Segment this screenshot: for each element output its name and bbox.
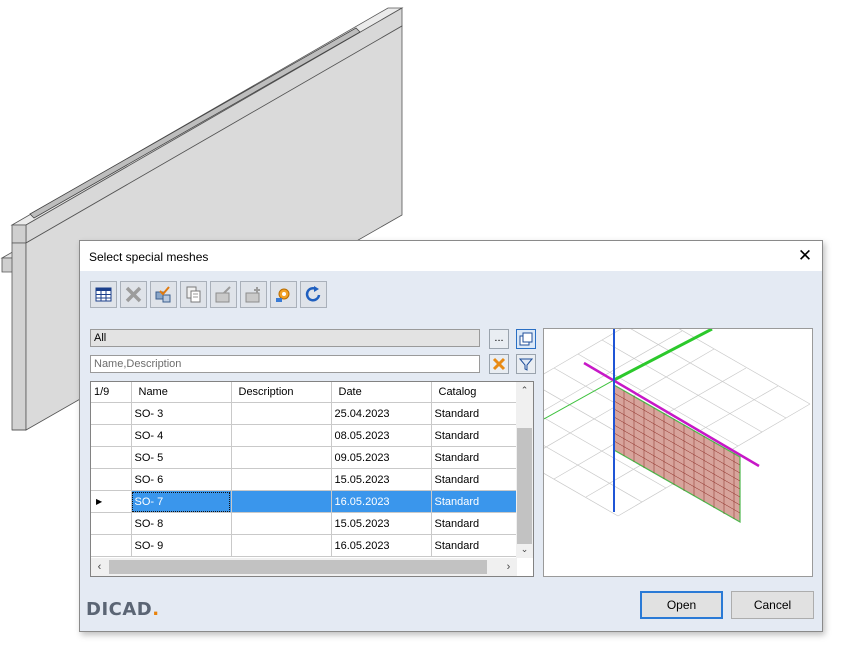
table-icon [94,285,113,304]
import-icon [244,285,263,304]
window-icon [519,332,533,346]
mesh-3d-preview [544,329,812,576]
filter-button[interactable] [516,354,536,374]
close-button[interactable]: ✕ [788,241,822,271]
refresh-icon [304,285,323,304]
table-row[interactable]: SO- 3 25.04.2023 Standard [91,403,519,425]
select-special-meshes-dialog: Select special meshes ✕ [79,240,823,632]
cell-date: 15.05.2023 [331,513,431,535]
cell-name: SO- 5 [131,447,231,469]
cell-date: 16.05.2023 [331,491,431,513]
cell-catalog: Standard [431,491,519,513]
delete-x-icon [124,285,143,304]
row-indicator-arrow: ▶ [91,491,131,513]
dicad-logo: DICAD. [86,599,160,620]
settings-button[interactable] [270,281,297,308]
cell-name: SO- 9 [131,535,231,557]
cell-catalog: Standard [431,425,519,447]
row-counter: 1/9 [91,382,131,403]
dialog-titlebar: Select special meshes ✕ [80,241,822,271]
search-input[interactable] [90,355,480,373]
mesh-preview-viewport[interactable] [543,328,813,577]
cell-description [231,447,331,469]
cell-catalog: Standard [431,469,519,491]
browse-button[interactable]: ... [489,329,509,349]
check-parts-icon [154,285,173,304]
table-header-row: 1/9 Name Description Date Catalog [91,382,519,403]
column-header-description[interactable]: Description [231,382,331,403]
table-view-button[interactable] [90,281,117,308]
cell-name: SO- 4 [131,425,231,447]
cell-catalog: Standard [431,535,519,557]
row-indicator [91,403,131,425]
check-parts-button[interactable] [150,281,177,308]
cell-description [231,535,331,557]
cell-catalog: Standard [431,447,519,469]
clear-x-icon [492,357,506,371]
column-header-catalog[interactable]: Catalog [431,382,519,403]
copy-icon [184,285,203,304]
import-button[interactable] [240,281,267,308]
cell-description [231,403,331,425]
column-header-date[interactable]: Date [331,382,431,403]
cell-name: SO- 6 [131,469,231,491]
cell-name: SO- 8 [131,513,231,535]
table-row[interactable]: SO- 4 08.05.2023 Standard [91,425,519,447]
cell-name: SO- 3 [131,403,231,425]
horizontal-scrollbar[interactable]: ‹ › [91,558,517,576]
funnel-icon [519,357,533,371]
table-row[interactable]: SO- 5 09.05.2023 Standard [91,447,519,469]
scroll-up-arrow-icon[interactable]: ⌃ [516,382,533,399]
settings-gear-icon [274,285,293,304]
cell-date: 16.05.2023 [331,535,431,557]
copy-button[interactable] [180,281,207,308]
cancel-button[interactable]: Cancel [731,591,814,619]
cell-description [231,425,331,447]
scroll-right-arrow-icon[interactable]: › [500,558,517,576]
column-header-name[interactable]: Name [131,382,231,403]
logo-text: DICAD [86,599,152,620]
cell-catalog: Standard [431,513,519,535]
category-combobox[interactable]: All [90,329,480,347]
cell-catalog: Standard [431,403,519,425]
row-indicator [91,469,131,491]
row-indicator [91,535,131,557]
export-button[interactable] [210,281,237,308]
export-icon [214,285,233,304]
scroll-left-arrow-icon[interactable]: ‹ [91,558,108,576]
row-indicator [91,513,131,535]
table-row[interactable]: SO- 9 16.05.2023 Standard [91,535,519,557]
cell-date: 09.05.2023 [331,447,431,469]
cell-date: 08.05.2023 [331,425,431,447]
table-row[interactable]: SO- 8 15.05.2023 Standard [91,513,519,535]
table-row[interactable]: SO- 6 15.05.2023 Standard [91,469,519,491]
horizontal-scroll-thumb[interactable] [109,560,487,574]
cell-description [231,469,331,491]
cell-description [231,513,331,535]
logo-dot: . [152,599,159,620]
open-button[interactable]: Open [640,591,723,619]
vertical-scroll-thumb[interactable] [517,428,532,544]
delete-button[interactable] [120,281,147,308]
table-row-selected[interactable]: ▶ SO- 7 16.05.2023 Standard [91,491,519,513]
cell-date: 25.04.2023 [331,403,431,425]
dialog-title: Select special meshes [89,250,208,264]
refresh-button[interactable] [300,281,327,308]
row-indicator [91,447,131,469]
vertical-scrollbar[interactable]: ⌃ ⌄ [516,382,533,558]
clear-filter-button[interactable] [489,354,509,374]
cell-name: SO- 7 [131,491,231,513]
cell-description [231,491,331,513]
row-indicator [91,425,131,447]
open-window-button[interactable] [516,329,536,349]
scroll-down-arrow-icon[interactable]: ⌄ [516,541,533,558]
cell-date: 15.05.2023 [331,469,431,491]
meshes-table: 1/9 Name Description Date Catalog SO- 3 … [90,381,534,577]
